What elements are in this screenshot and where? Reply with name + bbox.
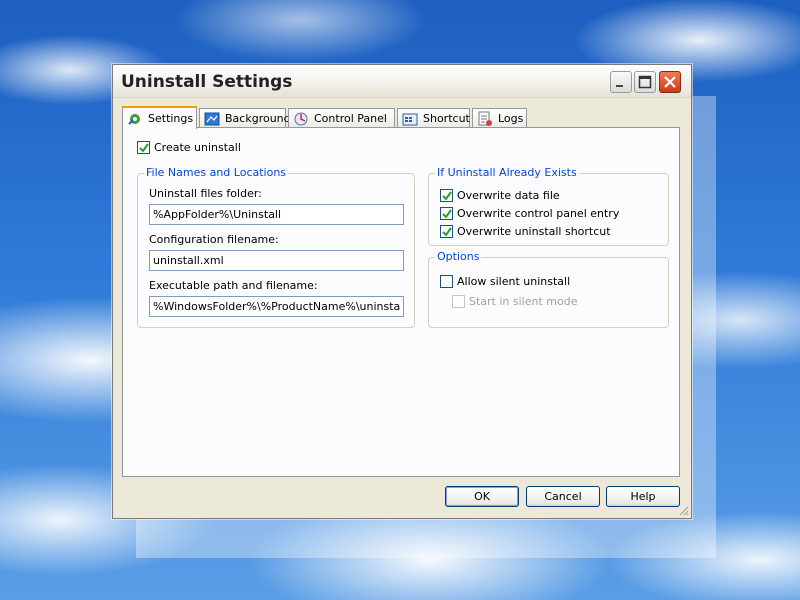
start-silent-mode-checkbox: Start in silent mode [452, 295, 577, 308]
allow-silent-uninstall-checkbox[interactable]: Allow silent uninstall [440, 275, 570, 288]
file-names-group: File Names and Locations Uninstall files… [137, 166, 415, 328]
group-legend: If Uninstall Already Exists [435, 166, 579, 179]
tab-settings[interactable]: Settings [122, 106, 197, 129]
tab-background[interactable]: Background [199, 108, 291, 128]
resize-grip-icon[interactable] [677, 504, 689, 516]
close-button[interactable] [659, 71, 681, 93]
tab-logs[interactable]: Logs [472, 108, 527, 128]
settings-icon [127, 111, 143, 127]
overwrite-control-panel-checkbox[interactable]: Overwrite control panel entry [440, 207, 619, 220]
uninstall-exists-group: If Uninstall Already Exists Overwrite da… [428, 166, 669, 246]
tab-label: Shortcut [423, 112, 470, 125]
group-legend: File Names and Locations [144, 166, 289, 179]
options-group: Options Allow silent uninstall Start in … [428, 250, 669, 328]
checkbox-label: Overwrite data file [457, 189, 560, 202]
uninstall-folder-input[interactable] [149, 204, 404, 225]
checkbox-label: Create uninstall [154, 141, 241, 154]
help-button[interactable]: Help [606, 486, 680, 507]
tab-label: Logs [498, 112, 524, 125]
config-filename-input[interactable] [149, 250, 404, 271]
group-legend: Options [435, 250, 482, 263]
overwrite-shortcut-checkbox[interactable]: Overwrite uninstall shortcut [440, 225, 611, 238]
config-filename-label: Configuration filename: [149, 233, 279, 246]
window-title: Uninstall Settings [121, 72, 293, 92]
checkmark-icon [442, 191, 452, 201]
control-panel-icon [293, 111, 309, 127]
minimize-button[interactable] [610, 71, 632, 93]
checkbox-label: Start in silent mode [469, 295, 578, 308]
exe-path-label: Executable path and filename: [149, 279, 318, 292]
exe-path-input[interactable] [149, 296, 404, 317]
shortcut-icon [402, 111, 418, 127]
ok-button[interactable]: OK [445, 486, 519, 507]
checkmark-icon [442, 227, 452, 237]
checkbox-label: Overwrite control panel entry [457, 207, 620, 220]
logs-icon [477, 111, 493, 127]
maximize-button[interactable] [634, 71, 656, 93]
checkmark-icon [442, 209, 452, 219]
tab-shortcut[interactable]: Shortcut [397, 108, 470, 128]
maximize-icon [638, 75, 652, 89]
close-icon [664, 76, 676, 88]
title-bar[interactable]: Uninstall Settings [113, 65, 691, 98]
tab-label: Control Panel [314, 112, 387, 125]
tab-control-panel[interactable]: Control Panel [288, 108, 395, 128]
minimize-icon [616, 85, 623, 87]
tab-label: Settings [148, 112, 194, 125]
cancel-button[interactable]: Cancel [526, 486, 600, 507]
uninstall-settings-dialog: Uninstall Settings Settings Background C… [112, 64, 692, 519]
checkmark-icon [139, 143, 149, 153]
folder-label: Uninstall files folder: [149, 187, 262, 200]
overwrite-data-file-checkbox[interactable]: Overwrite data file [440, 189, 560, 202]
checkbox-label: Overwrite uninstall shortcut [457, 225, 611, 238]
checkbox-label: Allow silent uninstall [457, 275, 571, 288]
background-icon [204, 111, 220, 127]
settings-panel: Create uninstall File Names and Location… [122, 127, 680, 477]
create-uninstall-checkbox[interactable]: Create uninstall [137, 141, 241, 154]
tab-label: Background [225, 112, 291, 125]
